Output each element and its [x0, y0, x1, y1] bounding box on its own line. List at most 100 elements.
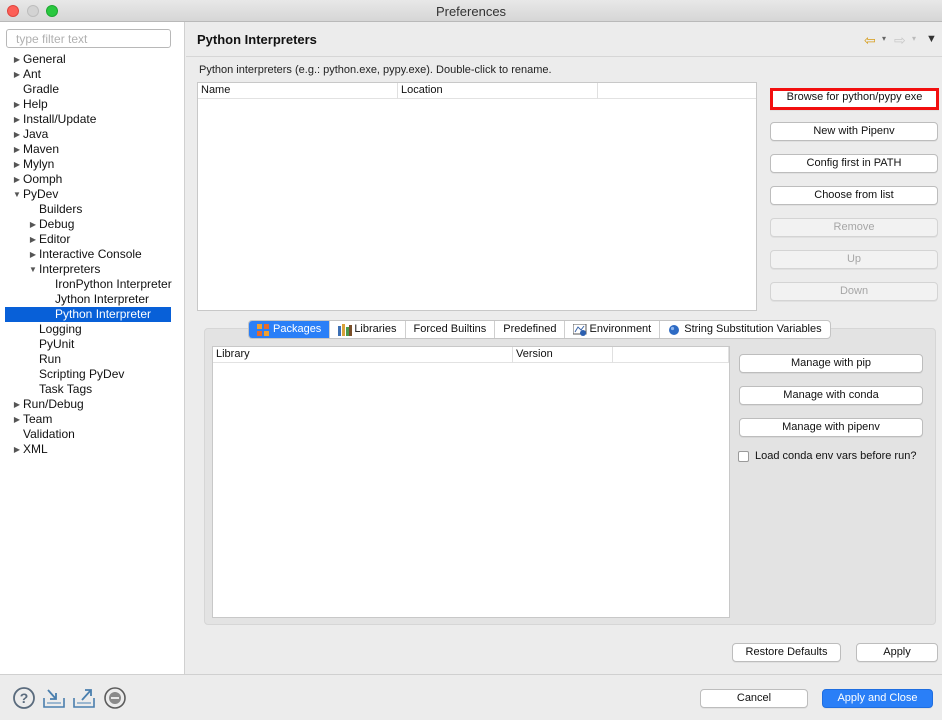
load-conda-env-option[interactable]: Load conda env vars before run? — [738, 449, 916, 463]
view-menu-icon[interactable]: ▼ — [926, 33, 937, 45]
tree-item-java[interactable]: ▶ Java — [0, 127, 185, 142]
import-preferences-icon[interactable] — [42, 686, 66, 710]
interpreters-table[interactable]: Name Location — [197, 82, 757, 311]
collapsed-arrow-icon[interactable]: ▶ — [12, 157, 22, 172]
collapsed-arrow-icon[interactable]: ▶ — [12, 442, 22, 457]
tree-item-help[interactable]: ▶ Help — [0, 97, 185, 112]
tree-item-label: Interactive Console — [39, 247, 142, 261]
choose-from-list-button[interactable]: Choose from list — [770, 186, 938, 205]
collapsed-arrow-icon[interactable]: ▶ — [12, 52, 22, 67]
apply-button[interactable]: Apply — [856, 643, 938, 662]
collapsed-arrow-icon[interactable]: ▶ — [12, 97, 22, 112]
tree-item-ant[interactable]: ▶ Ant — [0, 67, 185, 82]
tree-item-validation[interactable]: Validation — [0, 427, 185, 442]
down-button[interactable]: Down — [770, 282, 938, 301]
column-header-library[interactable]: Library — [213, 347, 513, 363]
tree-item-label: Logging — [39, 322, 82, 336]
tree-item-label: Python Interpreter — [55, 307, 152, 321]
packages-table[interactable]: Library Version — [212, 346, 730, 618]
tab-label: Environment — [589, 323, 652, 335]
tree-item-label: Builders — [39, 202, 83, 216]
tree-item-logging[interactable]: Logging — [0, 322, 185, 337]
tree-item-label: PyDev — [23, 187, 59, 201]
column-header-blank — [613, 347, 729, 363]
tab-libraries[interactable]: Libraries — [330, 321, 406, 338]
filter-input[interactable] — [6, 29, 171, 48]
tree-item-pyunit[interactable]: PyUnit — [0, 337, 185, 352]
column-header-name[interactable]: Name — [198, 83, 398, 99]
column-header-location[interactable]: Location — [398, 83, 598, 99]
oomph-record-icon[interactable] — [103, 686, 127, 710]
tree-item-run-debug[interactable]: ▶ Run/Debug — [0, 397, 185, 412]
tree-item-maven[interactable]: ▶ Maven — [0, 142, 185, 157]
collapsed-arrow-icon[interactable]: ▶ — [28, 217, 38, 232]
tab-string-substitution-variables[interactable]: String Substitution Variables — [660, 321, 829, 338]
forward-history-dropdown-icon[interactable]: ▾ — [912, 34, 916, 43]
collapsed-arrow-icon[interactable]: ▶ — [12, 397, 22, 412]
collapsed-arrow-icon[interactable]: ▶ — [28, 247, 38, 262]
browse-python-exe-button[interactable]: Browse for python/pypy exe — [770, 88, 939, 110]
help-icon[interactable]: ? — [12, 686, 36, 710]
tree-item-jython-interpreter[interactable]: Jython Interpreter — [0, 292, 185, 307]
tree-item-pydev[interactable]: ▼ PyDev — [0, 187, 185, 202]
restore-defaults-button[interactable]: Restore Defaults — [732, 643, 841, 662]
tree-item-label: Run/Debug — [23, 397, 84, 411]
remove-button[interactable]: Remove — [770, 218, 938, 237]
config-first-in-path-button[interactable]: Config first in PATH — [770, 154, 938, 173]
tree-item-run[interactable]: Run — [0, 352, 185, 367]
collapsed-arrow-icon[interactable]: ▶ — [12, 142, 22, 157]
back-arrow-icon[interactable]: ⇦ — [864, 32, 876, 49]
environment-icon — [572, 323, 587, 336]
tree-item-label: Install/Update — [23, 112, 97, 126]
back-history-dropdown-icon[interactable]: ▾ — [882, 34, 886, 43]
tree-item-task-tags[interactable]: Task Tags — [0, 382, 185, 397]
tree-item-builders[interactable]: Builders — [0, 202, 185, 217]
new-with-pipenv-button[interactable]: New with Pipenv — [770, 122, 938, 141]
up-button[interactable]: Up — [770, 250, 938, 269]
tree-item-label: Jython Interpreter — [55, 292, 150, 306]
collapsed-arrow-icon[interactable]: ▶ — [12, 172, 22, 187]
tree-item-general[interactable]: ▶ General — [0, 52, 185, 67]
tab-forced-builtins[interactable]: Forced Builtins — [406, 321, 496, 338]
tab-predefined[interactable]: Predefined — [495, 321, 566, 338]
manage-with-pip-button[interactable]: Manage with pip — [739, 354, 923, 373]
tab-environment[interactable]: Environment — [565, 321, 661, 338]
tree-item-xml[interactable]: ▶ XML — [0, 442, 185, 457]
collapsed-arrow-icon[interactable]: ▶ — [12, 67, 22, 82]
forward-arrow-icon[interactable]: ⇨ — [894, 32, 906, 49]
tree-item-debug[interactable]: ▶ Debug — [0, 217, 185, 232]
collapsed-arrow-icon[interactable]: ▶ — [28, 232, 38, 247]
tree-item-editor[interactable]: ▶ Editor — [0, 232, 185, 247]
manage-with-pipenv-button[interactable]: Manage with pipenv — [739, 418, 923, 437]
load-conda-env-label: Load conda env vars before run? — [755, 450, 917, 462]
cancel-button[interactable]: Cancel — [700, 689, 808, 708]
tree-item-python-interpreter[interactable]: Python Interpreter — [5, 307, 171, 322]
tab-packages[interactable]: Packages — [249, 321, 331, 338]
preferences-tree: ▶ General ▶ Ant Gradle ▶ Help ▶ Install/Update ▶ J… — [0, 52, 185, 457]
tree-item-interpreters[interactable]: ▼ Interpreters — [0, 262, 185, 277]
tree-item-mylyn[interactable]: ▶ Mylyn — [0, 157, 185, 172]
load-conda-env-checkbox[interactable] — [738, 450, 749, 462]
tree-item-gradle[interactable]: Gradle — [0, 82, 185, 97]
tree-item-label: Scripting PyDev — [39, 367, 125, 381]
export-preferences-icon[interactable] — [72, 686, 96, 710]
tree-item-label: IronPython Interpreter — [55, 277, 172, 291]
window-title: Preferences — [435, 4, 507, 19]
expanded-arrow-icon[interactable]: ▼ — [28, 262, 38, 277]
expanded-arrow-icon[interactable]: ▼ — [12, 187, 22, 202]
collapsed-arrow-icon[interactable]: ▶ — [12, 412, 22, 427]
tree-item-interactive-console[interactable]: ▶ Interactive Console — [0, 247, 185, 262]
tree-item-scripting-pydev[interactable]: Scripting PyDev — [0, 367, 185, 382]
tab-label: Packages — [273, 323, 322, 335]
tree-item-oomph[interactable]: ▶ Oomph — [0, 172, 185, 187]
collapsed-arrow-icon[interactable]: ▶ — [12, 112, 22, 127]
preferences-sidebar: ▶General▶AntGradle▶Help▶Install/Update▶J… — [0, 22, 185, 674]
tree-item-ironpython-interpreter[interactable]: IronPython Interpreter — [0, 277, 185, 292]
tab-label: Libraries — [354, 323, 397, 335]
tree-item-install-update[interactable]: ▶ Install/Update — [0, 112, 185, 127]
manage-with-conda-button[interactable]: Manage with conda — [739, 386, 923, 405]
apply-and-close-button[interactable]: Apply and Close — [822, 689, 933, 708]
collapsed-arrow-icon[interactable]: ▶ — [12, 127, 22, 142]
column-header-version[interactable]: Version — [513, 347, 613, 363]
tree-item-team[interactable]: ▶ Team — [0, 412, 185, 427]
